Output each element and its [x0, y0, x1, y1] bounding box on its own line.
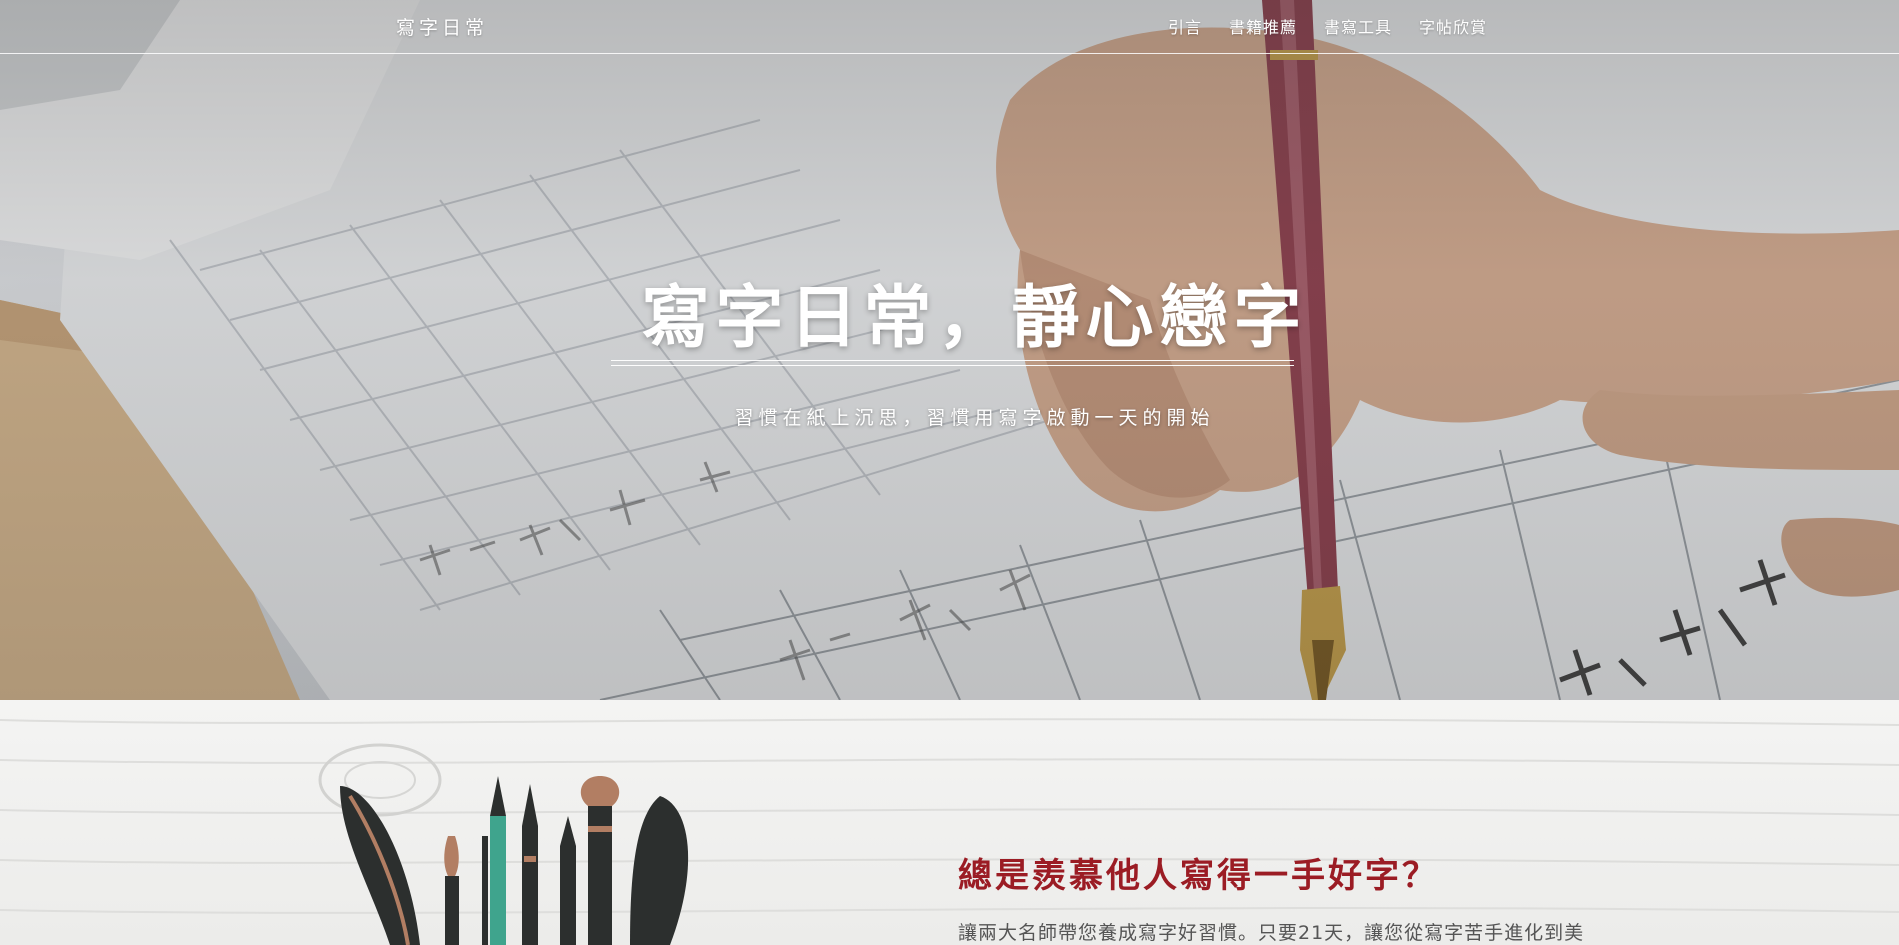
- pens-illustration-icon: [340, 776, 689, 945]
- hero-subtitle: 習慣在紙上沉思，習慣用寫字啟動一天的開始: [734, 407, 1215, 429]
- nav-item-copybook-gallery[interactable]: 字帖欣賞: [1419, 14, 1487, 38]
- nav-item-book-recommendations[interactable]: 書籍推薦: [1229, 14, 1297, 38]
- nav-menu: 引言 書籍推薦 書寫工具 字帖欣賞: [1168, 14, 1514, 38]
- intro-heading: 總是羨慕他人寫得一手好字？: [958, 856, 1439, 896]
- intro-paragraph: 讓兩大名師帶您養成寫字好習慣。只要21天，讓您從寫字苦手進化到美: [958, 922, 1585, 944]
- nav-item-introduction[interactable]: 引言: [1168, 14, 1202, 38]
- nav-item-writing-tools[interactable]: 書寫工具: [1324, 14, 1392, 38]
- hero-divider: [611, 360, 1294, 366]
- hero-banner: 寫字日常 引言 書籍推薦 書寫工具 字帖欣賞 寫字日常，靜心戀字 習慣在紙上沉思…: [0, 0, 1899, 700]
- top-navigation: 寫字日常 引言 書籍推薦 書寫工具 字帖欣賞: [0, 0, 1899, 54]
- brand-logo[interactable]: 寫字日常: [396, 13, 488, 40]
- hero-title: 寫字日常，靜心戀字: [641, 279, 1308, 358]
- intro-section: 總是羨慕他人寫得一手好字？ 讓兩大名師帶您養成寫字好習慣。只要21天，讓您從寫字…: [0, 700, 1899, 945]
- wood-texture-background: [0, 718, 1899, 914]
